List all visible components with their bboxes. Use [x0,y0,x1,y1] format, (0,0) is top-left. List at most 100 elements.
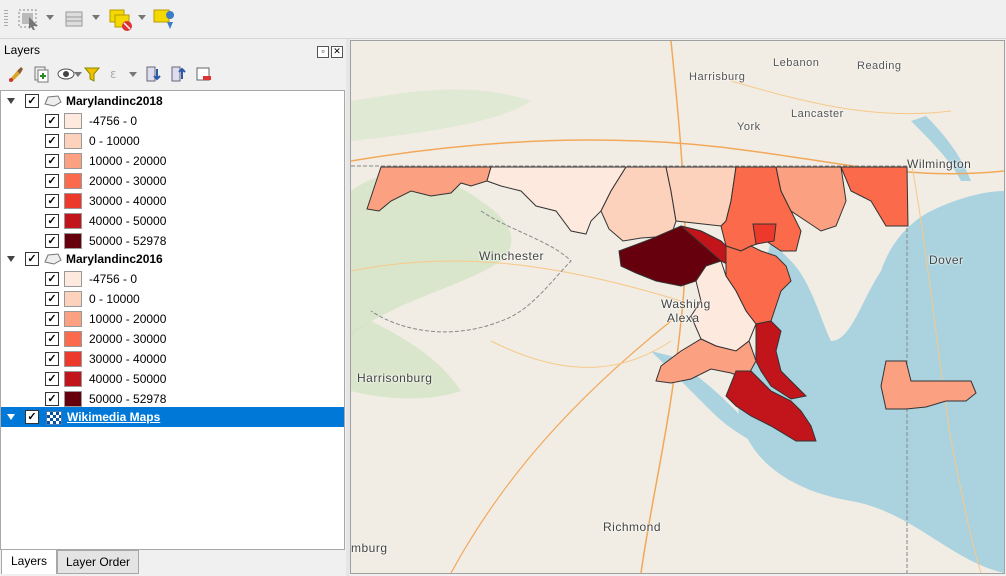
class-checkbox[interactable]: ✓ [45,194,59,208]
class-checkbox[interactable]: ✓ [45,234,59,248]
legend-class-row[interactable]: ✓ 10000 - 20000 [1,151,344,171]
place-label: Lebanon [773,57,820,69]
place-label: Winchester [479,249,545,263]
class-checkbox[interactable]: ✓ [45,292,59,306]
class-color-swatch [64,391,82,407]
county-baltimore-city[interactable] [752,223,777,245]
county-washington[interactable] [486,166,627,235]
class-checkbox[interactable]: ✓ [45,352,59,366]
class-label: 20000 - 30000 [89,332,167,346]
deselect-dropdown-icon[interactable] [138,15,146,20]
tab-layers[interactable]: Layers [1,549,57,574]
polygon-layer-icon [44,253,62,265]
legend-class-row[interactable]: ✓ -4756 - 0 [1,111,344,131]
legend-class-row[interactable]: ✓ 40000 - 50000 [1,369,344,389]
class-label: 40000 - 50000 [89,372,167,386]
filter-legend-icon[interactable] [83,65,101,85]
place-label: Wilmington [907,157,972,171]
place-label: York [737,121,761,133]
legend-class-row[interactable]: ✓ 40000 - 50000 [1,211,344,231]
place-label: Washing [661,297,711,311]
class-checkbox[interactable]: ✓ [45,134,59,148]
layer-name: Marylandinc2018 [66,94,163,108]
float-panel-button[interactable]: ▫ [317,46,329,58]
remove-layer-icon[interactable] [195,65,213,85]
place-label: Harrisburg [689,71,746,83]
table-dropdown-icon[interactable] [92,15,100,20]
class-checkbox[interactable]: ✓ [45,174,59,188]
layer-checkbox[interactable]: ✓ [25,252,39,266]
layer-row-wikimedia-maps[interactable]: ✓ Wikimedia Maps [1,407,344,427]
legend-class-row[interactable]: ✓ 30000 - 40000 [1,191,344,211]
deselect-icon[interactable] [108,7,136,31]
expand-arrow-icon[interactable] [7,414,15,420]
place-label: Lancaster [791,108,844,120]
attribute-table-icon[interactable] [62,7,88,31]
class-checkbox[interactable]: ✓ [45,372,59,386]
layer-row-marylandinc2018[interactable]: ✓ Marylandinc2018 [1,91,344,111]
layer-name: Marylandinc2016 [66,252,163,266]
county-carroll[interactable] [665,166,737,227]
layer-tree[interactable]: ✓ Marylandinc2018 ✓ -4756 - 0 ✓ 0 - 1000… [0,90,345,550]
class-label: 10000 - 20000 [89,312,167,326]
raster-layer-icon [46,411,62,425]
class-color-swatch [64,113,82,129]
class-color-swatch [64,233,82,249]
expand-all-icon[interactable] [145,65,163,85]
legend-class-row[interactable]: ✓ 50000 - 52978 [1,389,344,409]
class-color-swatch [64,173,82,189]
legend-class-row[interactable]: ✓ 50000 - 52978 [1,231,344,251]
class-color-swatch [64,331,82,347]
class-label: 20000 - 30000 [89,174,167,188]
class-color-swatch [64,291,82,307]
select-features-icon[interactable] [16,7,42,31]
class-checkbox[interactable]: ✓ [45,154,59,168]
map-canvas[interactable]: Harrisburg Lebanon Reading York Lancaste… [350,40,1005,574]
class-checkbox[interactable]: ✓ [45,392,59,406]
class-checkbox[interactable]: ✓ [45,312,59,326]
visibility-dropdown-icon[interactable] [74,72,82,77]
layer-row-marylandinc2016[interactable]: ✓ Marylandinc2016 [1,249,344,269]
class-checkbox[interactable]: ✓ [45,214,59,228]
class-label: 40000 - 50000 [89,214,167,228]
class-label: 0 - 10000 [89,292,140,306]
county-cecil[interactable] [840,166,909,227]
legend-class-row[interactable]: ✓ 30000 - 40000 [1,349,344,369]
legend-class-row[interactable]: ✓ 0 - 10000 [1,289,344,309]
add-group-icon[interactable] [32,65,50,85]
class-color-swatch [64,133,82,149]
class-label: 30000 - 40000 [89,194,167,208]
legend-class-row[interactable]: ✓ 0 - 10000 [1,131,344,151]
place-label: Dover [929,253,964,267]
place-label: Harrisonburg [357,371,433,385]
collapse-all-icon[interactable] [170,65,188,85]
class-label: -4756 - 0 [89,272,138,286]
close-panel-button[interactable]: ✕ [331,46,343,58]
class-color-swatch [64,153,82,169]
class-checkbox[interactable]: ✓ [45,272,59,286]
legend-class-row[interactable]: ✓ 20000 - 30000 [1,329,344,349]
expression-dropdown-icon[interactable] [129,72,137,77]
tab-layer-order[interactable]: Layer Order [57,550,139,574]
expand-arrow-icon[interactable] [7,256,15,262]
expand-arrow-icon[interactable] [7,98,15,104]
class-color-swatch [64,311,82,327]
filter-expression-icon[interactable]: ε [108,65,126,85]
polygon-layer-icon [44,95,62,107]
class-checkbox[interactable]: ✓ [45,114,59,128]
toolbar-grip-icon[interactable] [4,10,8,28]
place-label: mburg [351,541,388,555]
layer-checkbox[interactable]: ✓ [25,410,39,424]
class-color-swatch [64,271,82,287]
visibility-eye-icon[interactable] [57,65,75,85]
legend-class-row[interactable]: ✓ 20000 - 30000 [1,171,344,191]
select-dropdown-icon[interactable] [46,15,54,20]
legend-class-row[interactable]: ✓ 10000 - 20000 [1,309,344,329]
add-annotation-icon[interactable] [152,7,178,31]
legend-class-row[interactable]: ✓ -4756 - 0 [1,269,344,289]
class-checkbox[interactable]: ✓ [45,332,59,346]
style-paint-icon[interactable] [7,65,25,85]
panel-title: Layers [4,43,41,57]
layer-checkbox[interactable]: ✓ [25,94,39,108]
class-color-swatch [64,193,82,209]
